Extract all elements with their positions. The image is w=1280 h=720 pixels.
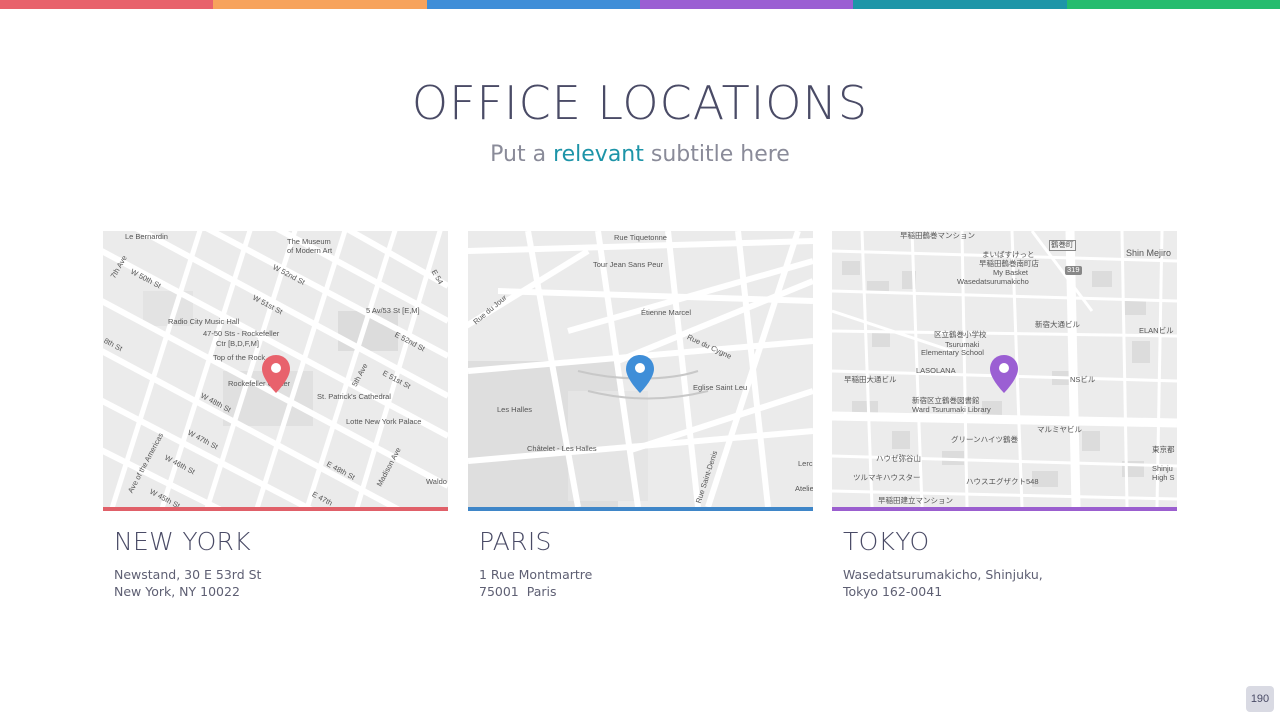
map-label: Les Halles (497, 405, 533, 414)
address-line: 1 Rue Montmartre (479, 567, 593, 582)
color-bar-segment (426, 0, 640, 9)
map-label: Le Bernardin (125, 232, 168, 241)
map-label: High S (1152, 473, 1175, 482)
office-address: Wasedatsurumakicho, Shinjuku, Tokyo 162-… (832, 566, 1177, 600)
page-title: OFFICE LOCATIONS (411, 76, 869, 130)
page-number-badge: 190 (1246, 686, 1274, 712)
map-paris[interactable]: Rue Tiquetonne Tour Jean Sans Peur Rue d… (468, 231, 813, 507)
office-address: 1 Rue Montmartre 75001 Paris (468, 566, 813, 600)
city-name: PARIS (479, 527, 552, 556)
map-label: Waldo (426, 477, 447, 486)
map-label: St. Patrick's Cathedral (317, 392, 391, 401)
map-label: グリーンハイツ鶴巻 (951, 435, 1018, 444)
map-label: 47-50 Sts - Rockefeller (203, 329, 280, 338)
map-new-york[interactable]: Le Bernardin The Museum of Modern Art W … (103, 231, 448, 507)
page-subtitle: Put a relevant subtitle here (0, 142, 1280, 167)
map-label: Ctr [B,D,F,M] (216, 339, 259, 348)
location-pin-icon[interactable] (989, 354, 1019, 394)
map-label: Châtelet - Les Halles (527, 444, 597, 453)
map-label: 東京都 (1152, 445, 1175, 454)
office-address: Newstand, 30 E 53rd St New York, NY 1002… (103, 566, 448, 600)
map-label: Elementary School (921, 348, 984, 357)
subtitle-accent-word: relevant (553, 142, 644, 167)
city-accent-rule (103, 507, 448, 511)
map-label: 新宿大通ビル (1035, 320, 1080, 329)
map-label: Lerc (798, 459, 813, 468)
map-label: Eglise Saint Leu (693, 383, 748, 392)
map-label: ハウスエグザクト548 (966, 477, 1039, 486)
map-label: Rue Tiquetonne (614, 233, 667, 242)
map-label: Radio City Music Hall (168, 317, 240, 326)
subtitle-text-before: Put a (490, 142, 554, 167)
color-bar-segment (1066, 0, 1280, 9)
map-label: 319 (1065, 265, 1082, 275)
office-card-new-york: Le Bernardin The Museum of Modern Art W … (103, 231, 448, 600)
subtitle-text-after: subtitle here (643, 142, 790, 167)
color-bar-segment (0, 0, 214, 9)
location-pin-icon[interactable] (625, 354, 655, 394)
address-line: 75001 Paris (479, 584, 557, 599)
top-color-bar (0, 0, 1280, 9)
address-line: Tokyo 162-0041 (843, 584, 943, 599)
address-line: Newstand, 30 E 53rd St (114, 567, 262, 582)
location-pin-icon[interactable] (261, 354, 291, 394)
map-label: 鶴巻町 (1049, 240, 1076, 251)
map-label: 5 Av/53 St [E,M] (366, 306, 420, 315)
color-bar-segment (639, 0, 854, 9)
office-card-tokyo: 早稲田鶴巻マンション 鶴巻町 まいばすけっと 早稲田鶴巻南町店 My Baske… (832, 231, 1177, 600)
map-label: 早稲田大通ビル (844, 375, 897, 384)
color-bar-segment (213, 0, 427, 9)
map-label: Lotte New York Palace (346, 417, 422, 426)
map-label: ELANビル (1139, 326, 1174, 335)
map-label: 区立鶴巻小学校 (934, 330, 987, 339)
office-card-paris: Rue Tiquetonne Tour Jean Sans Peur Rue d… (468, 231, 813, 600)
map-label: Étienne Marcel (641, 308, 692, 317)
city-name: NEW YORK (114, 527, 251, 556)
map-label: 早稲田建立マンション (878, 496, 953, 505)
city-name: TOKYO (843, 527, 930, 556)
map-label: Shin Mejiro (1126, 248, 1172, 258)
color-bar-segment (853, 0, 1067, 9)
map-label: Top of the Rock (213, 353, 266, 362)
map-label: 早稲田鶴巻マンション (900, 231, 975, 240)
map-label: Tour Jean Sans Peur (593, 260, 664, 269)
city-accent-rule (832, 507, 1177, 511)
map-label: ツルマキハウスター (853, 473, 921, 482)
address-line: New York, NY 10022 (114, 584, 240, 599)
map-label: Wasedatsurumakicho (957, 277, 1029, 286)
map-label: NSビル (1070, 375, 1096, 384)
map-label: Atelie (795, 484, 813, 493)
map-label: Ward Tsurumaki Library (912, 405, 991, 414)
city-accent-rule (468, 507, 813, 511)
map-label: マルミヤビル (1037, 425, 1082, 434)
map-label: ハウゼ弥谷山 (876, 454, 921, 463)
address-line: Wasedatsurumakicho, Shinjuku, (843, 567, 1043, 582)
map-tokyo[interactable]: 早稲田鶴巻マンション 鶴巻町 まいばすけっと 早稲田鶴巻南町店 My Baske… (832, 231, 1177, 507)
map-label: LASOLANA (916, 366, 956, 375)
map-label: of Modern Art (287, 246, 333, 255)
